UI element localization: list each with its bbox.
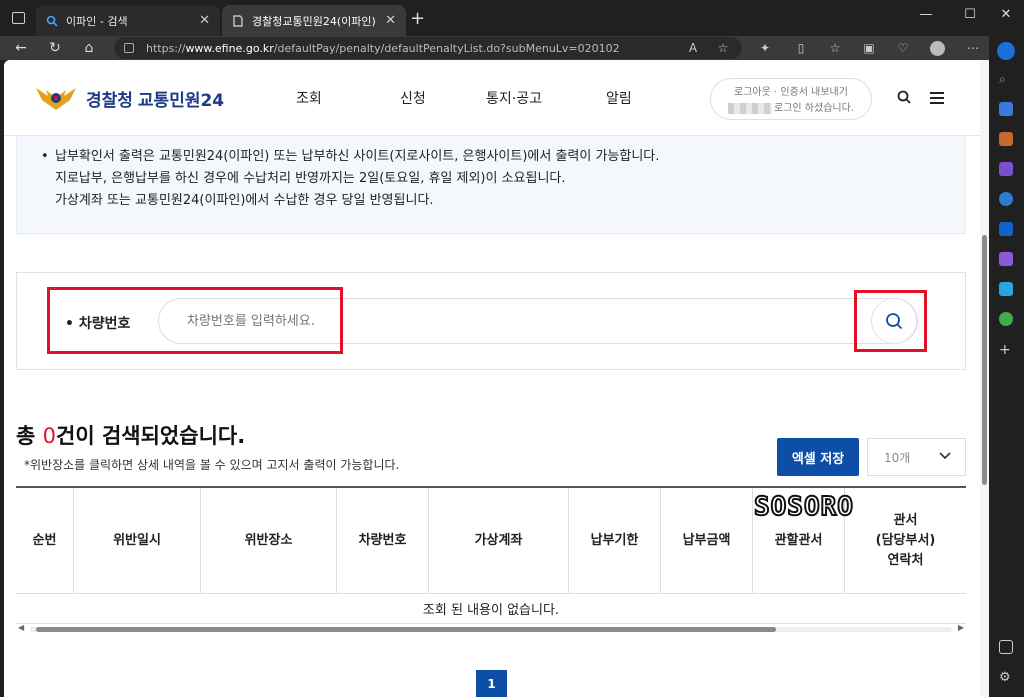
page-favicon-icon bbox=[232, 14, 244, 27]
police-emblem-icon bbox=[34, 84, 78, 112]
close-window-icon[interactable]: ✕ bbox=[984, 2, 1024, 26]
telegram-icon[interactable] bbox=[999, 282, 1013, 296]
new-tab-icon[interactable]: + bbox=[410, 8, 425, 29]
th-account: 가상계좌 bbox=[429, 488, 569, 593]
login-status-box: 로그아웃 · 인증서 내보내기 로그인 하셨습니다. bbox=[710, 78, 872, 120]
url-prefix: https:// bbox=[146, 41, 186, 55]
th-seq: 순번 bbox=[16, 488, 74, 593]
scroll-thumb[interactable] bbox=[982, 235, 987, 485]
microsoft-365-icon[interactable] bbox=[999, 192, 1013, 206]
hamburger-menu-icon[interactable] bbox=[930, 90, 944, 108]
address-bar: ← ↻ ⌂ https://www.efine.go.kr/defaultPay… bbox=[0, 36, 1024, 60]
th-contact: 관서 (담당부서) 연락처 bbox=[875, 512, 936, 568]
search-favicon-icon bbox=[46, 15, 58, 27]
page-size-value: 10개 bbox=[884, 450, 911, 465]
extensions-icon[interactable]: ✦ bbox=[756, 39, 774, 57]
empty-row: 조회 된 내용이 없습니다. bbox=[16, 594, 966, 624]
highlight-box-search bbox=[854, 290, 927, 352]
close-tab-icon[interactable]: ✕ bbox=[199, 13, 210, 28]
logo-text-sub: 교통민원24 bbox=[137, 90, 225, 111]
nav-apply[interactable]: 신청 bbox=[400, 88, 426, 108]
page-viewport: 경찰청 교통민원24 조회 신청 통지·공고 알림 로그아웃 · 인증서 내보내… bbox=[4, 60, 989, 697]
tools-briefcase-icon[interactable] bbox=[999, 132, 1013, 146]
favorite-star-icon[interactable]: ☆ bbox=[714, 39, 732, 57]
notice-line-2: 지로납부, 은행납부를 하신 경우에 수납처리 반영까지는 2일(토요일, 휴일… bbox=[55, 171, 566, 186]
masked-username bbox=[728, 102, 773, 114]
games-icon[interactable] bbox=[999, 162, 1013, 176]
tab-title: 이파인 - 검색 bbox=[66, 14, 128, 28]
favorites-icon[interactable]: ☆ bbox=[826, 39, 844, 57]
th-location: 위반장소 bbox=[201, 488, 337, 593]
tab-efine[interactable]: 경찰청교통민원24(이파인) ✕ bbox=[222, 5, 406, 36]
more-menu-icon[interactable]: ⋯ bbox=[964, 39, 982, 57]
tree-icon[interactable] bbox=[999, 312, 1013, 326]
result-count: 0 bbox=[42, 424, 57, 448]
copilot-icon[interactable] bbox=[997, 42, 1015, 60]
url-field[interactable]: https://www.efine.go.kr/defaultPay/penal… bbox=[114, 37, 742, 59]
profile-avatar-icon[interactable] bbox=[928, 39, 946, 57]
notice-line-1: 납부확인서 출력은 교통민원24(이파인) 또는 납부하신 사이트(지로사이트,… bbox=[41, 146, 965, 168]
read-aloud-icon[interactable]: A bbox=[684, 39, 702, 57]
page-number-button[interactable]: 1 bbox=[476, 670, 507, 697]
notice-box: 납부확인서 출력은 교통민원24(이파인) 또는 납부하신 사이트(지로사이트,… bbox=[16, 136, 966, 234]
minimize-icon[interactable]: — bbox=[904, 2, 948, 26]
th-due-date: 납부기한 bbox=[569, 488, 661, 593]
back-icon[interactable]: ← bbox=[10, 38, 32, 58]
th-vehicle: 차량번호 bbox=[337, 488, 429, 593]
search-icon[interactable] bbox=[897, 90, 911, 108]
split-screen-icon[interactable]: ▯ bbox=[792, 39, 810, 57]
home-icon[interactable]: ⌂ bbox=[78, 38, 100, 58]
notice-line-3: 가상계좌 또는 교통민원24(이파인)에서 수납한 경우 당일 반영됩니다. bbox=[55, 193, 434, 208]
logout-links[interactable]: 로그아웃 · 인증서 내보내기 bbox=[711, 85, 871, 101]
close-tab-icon[interactable]: ✕ bbox=[385, 13, 396, 28]
result-suffix: 건이 검색되었습니다. bbox=[56, 424, 246, 448]
shopping-tag-icon[interactable] bbox=[999, 102, 1013, 116]
settings-gear-icon[interactable]: ⚙ bbox=[999, 670, 1013, 685]
nav-alert[interactable]: 알림 bbox=[606, 88, 632, 108]
search-sidebar-icon[interactable]: ⌕ bbox=[999, 72, 1013, 86]
page-size-select[interactable]: 10개 bbox=[867, 438, 966, 476]
url-host: www.efine.go.kr bbox=[185, 41, 274, 55]
tab-title: 경찰청교통민원24(이파인) bbox=[252, 14, 376, 28]
hscroll-thumb[interactable] bbox=[36, 627, 776, 632]
browser-essentials-icon[interactable]: ♡ bbox=[894, 39, 912, 57]
logo-text-main: 경찰청 bbox=[86, 90, 133, 111]
nav-notice[interactable]: 통지·공고 bbox=[486, 88, 542, 108]
edge-sidebar: ⌕ + ⚙ bbox=[989, 36, 1024, 697]
site-logo[interactable]: 경찰청 교통민원24 bbox=[34, 84, 224, 112]
watermark-text: SOSORO bbox=[753, 491, 854, 523]
th-datetime: 위반일시 bbox=[74, 488, 201, 593]
scroll-right-icon[interactable]: ▶ bbox=[958, 623, 964, 632]
site-header: 경찰청 교통민원24 조회 신청 통지·공고 알림 로그아웃 · 인증서 내보내… bbox=[4, 60, 980, 136]
browser-titlebar: 이파인 - 검색 ✕ 경찰청교통민원24(이파인) ✕ + — ☐ ✕ bbox=[0, 0, 1024, 36]
table-horizontal-scrollbar[interactable]: ◀ ▶ bbox=[16, 623, 966, 634]
nav-inquiry[interactable]: 조회 bbox=[296, 88, 322, 108]
login-status: 로그인 하셨습니다. bbox=[711, 101, 871, 117]
collections-icon[interactable]: ▣ bbox=[860, 39, 878, 57]
scroll-left-icon[interactable]: ◀ bbox=[18, 623, 24, 632]
excel-save-button[interactable]: 엑셀 저장 bbox=[777, 438, 859, 476]
designer-icon[interactable] bbox=[999, 252, 1013, 266]
url-path: /defaultPay/penalty/defaultPenaltyList.d… bbox=[273, 41, 620, 55]
chevron-down-icon bbox=[939, 449, 951, 463]
th-amount: 납부금액 bbox=[661, 488, 753, 593]
add-sidebar-icon[interactable]: + bbox=[999, 342, 1013, 358]
outlook-icon[interactable] bbox=[999, 222, 1013, 236]
result-note: *위반장소를 클릭하면 상세 내역을 볼 수 있으며 고지서 출력이 가능합니다… bbox=[24, 458, 400, 472]
tab-search[interactable]: 이파인 - 검색 ✕ bbox=[36, 5, 220, 36]
result-title: 총 0건이 검색되었습니다. bbox=[16, 420, 245, 450]
tab-actions-icon[interactable] bbox=[12, 12, 25, 24]
login-status-text: 로그인 하셨습니다. bbox=[774, 103, 854, 114]
result-prefix: 총 bbox=[16, 424, 43, 448]
sidebar-layout-icon[interactable] bbox=[999, 640, 1013, 654]
vertical-scrollbar[interactable] bbox=[980, 60, 989, 697]
lock-icon bbox=[124, 43, 134, 53]
refresh-icon[interactable]: ↻ bbox=[44, 38, 66, 58]
highlight-box-vehicle bbox=[47, 287, 343, 354]
